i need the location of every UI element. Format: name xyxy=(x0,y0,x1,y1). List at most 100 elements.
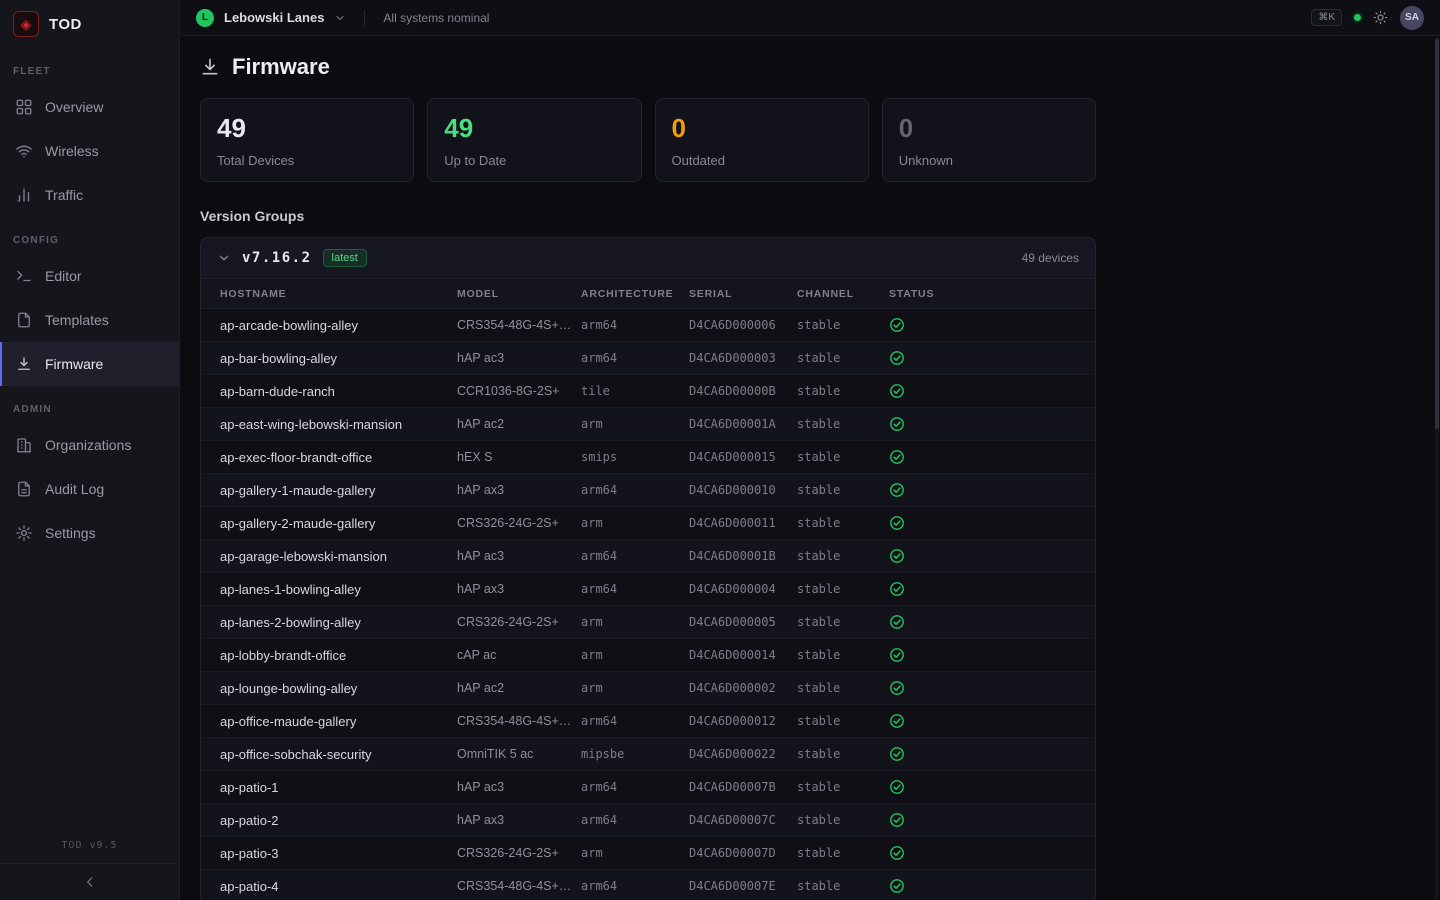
cell-model: hAP ac2 xyxy=(457,408,581,441)
sidebar-item-overview[interactable]: Overview xyxy=(0,85,179,129)
device-row[interactable]: ap-office-sobchak-securityOmniTIK 5 acmi… xyxy=(201,738,1095,771)
cell-serial: D4CA6D00000B xyxy=(689,375,797,408)
device-row[interactable]: ap-east-wing-lebowski-mansionhAP ac2armD… xyxy=(201,408,1095,441)
scrollbar[interactable] xyxy=(1435,37,1439,899)
column-header-model: MODEL xyxy=(457,279,581,309)
stat-label: Unknown xyxy=(899,153,1079,168)
cell-model: hEX S xyxy=(457,441,581,474)
status-ok-icon xyxy=(889,680,905,696)
device-row[interactable]: ap-lanes-2-bowling-alleyCRS326-24G-2S+ar… xyxy=(201,606,1095,639)
app-logo-icon: ◈ xyxy=(13,11,39,37)
status-ok-icon xyxy=(889,350,905,366)
cell-model: OmniTIK 5 ac xyxy=(457,738,581,771)
sidebar-item-label: Settings xyxy=(45,525,96,541)
device-row[interactable]: ap-office-maude-galleryCRS354-48G-4S+…ar… xyxy=(201,705,1095,738)
sidebar-item-settings[interactable]: Settings xyxy=(0,511,179,555)
cell-hostname: ap-office-sobchak-security xyxy=(201,738,457,771)
sidebar-item-organizations[interactable]: Organizations xyxy=(0,423,179,467)
cell-hostname: ap-barn-dude-ranch xyxy=(201,375,457,408)
cell-serial: D4CA6D000006 xyxy=(689,309,797,342)
firmware-version: v7.16.2 xyxy=(242,250,312,266)
sidebar-item-traffic[interactable]: Traffic xyxy=(0,173,179,217)
cell-model: CCR1036-8G-2S+ xyxy=(457,375,581,408)
cell-model: hAP ax3 xyxy=(457,573,581,606)
device-row[interactable]: ap-patio-2hAP ax3arm64D4CA6D00007Cstable xyxy=(201,804,1095,837)
cell-hostname: ap-patio-3 xyxy=(201,837,457,870)
cell-serial: D4CA6D000004 xyxy=(689,573,797,606)
cell-architecture: tile xyxy=(581,375,689,408)
cell-architecture: arm xyxy=(581,507,689,540)
command-palette-shortcut[interactable]: ⌘K xyxy=(1311,9,1342,26)
column-header-serial: SERIAL xyxy=(689,279,797,309)
cell-hostname: ap-office-maude-gallery xyxy=(201,705,457,738)
app-version: TOD v9.5 xyxy=(0,840,179,863)
scrollbar-thumb[interactable] xyxy=(1435,39,1439,429)
sidebar-item-templates[interactable]: Templates xyxy=(0,298,179,342)
cell-model: CRS354-48G-4S+… xyxy=(457,705,581,738)
cell-status xyxy=(889,870,1095,900)
cell-architecture: arm xyxy=(581,672,689,705)
device-row[interactable]: ap-exec-floor-brandt-officehEX SsmipsD4C… xyxy=(201,441,1095,474)
device-row[interactable]: ap-barn-dude-ranchCCR1036-8G-2S+tileD4CA… xyxy=(201,375,1095,408)
status-ok-icon xyxy=(889,614,905,630)
terminal-icon xyxy=(15,267,33,285)
cell-hostname: ap-lobby-brandt-office xyxy=(201,639,457,672)
cell-status xyxy=(889,639,1095,672)
sidebar-section-config: CONFIG xyxy=(0,217,179,254)
cell-serial: D4CA6D000015 xyxy=(689,441,797,474)
cell-channel: stable xyxy=(797,837,889,870)
cell-channel: stable xyxy=(797,309,889,342)
cell-architecture: arm xyxy=(581,837,689,870)
org-selector[interactable]: Lebowski Lanes xyxy=(224,10,324,25)
device-row[interactable]: ap-patio-3CRS326-24G-2S+armD4CA6D00007Ds… xyxy=(201,837,1095,870)
version-group-header[interactable]: v7.16.2 latest 49 devices xyxy=(201,238,1095,278)
device-row[interactable]: ap-arcade-bowling-alleyCRS354-48G-4S+…ar… xyxy=(201,309,1095,342)
device-row[interactable]: ap-lobby-brandt-officecAP acarmD4CA6D000… xyxy=(201,639,1095,672)
cell-status xyxy=(889,771,1095,804)
sidebar-item-wireless[interactable]: Wireless xyxy=(0,129,179,173)
column-header-status: STATUS xyxy=(889,279,1095,309)
expand-chevron-icon[interactable] xyxy=(217,251,231,265)
sidebar-item-editor[interactable]: Editor xyxy=(0,254,179,298)
cell-architecture: mipsbe xyxy=(581,738,689,771)
bar-chart-icon xyxy=(15,186,33,204)
cell-architecture: arm64 xyxy=(581,705,689,738)
device-row[interactable]: ap-lounge-bowling-alleyhAP ac2armD4CA6D0… xyxy=(201,672,1095,705)
health-status-dot xyxy=(1354,14,1361,21)
stat-value: 49 xyxy=(444,115,624,141)
page-title: Firmware xyxy=(232,54,330,80)
cell-serial: D4CA6D00007E xyxy=(689,870,797,900)
user-avatar[interactable]: SA xyxy=(1400,6,1424,30)
device-row[interactable]: ap-bar-bowling-alleyhAP ac3arm64D4CA6D00… xyxy=(201,342,1095,375)
page-content: Firmware 49 Total Devices 49 Up to Date … xyxy=(180,36,1440,900)
status-ok-icon xyxy=(889,713,905,729)
cell-model: hAP ac3 xyxy=(457,540,581,573)
stat-card-up-to-date: 49 Up to Date xyxy=(427,98,641,182)
stat-value: 0 xyxy=(899,115,1079,141)
stat-label: Total Devices xyxy=(217,153,397,168)
cell-channel: stable xyxy=(797,639,889,672)
device-row[interactable]: ap-gallery-1-maude-galleryhAP ax3arm64D4… xyxy=(201,474,1095,507)
sidebar-item-label: Templates xyxy=(45,312,109,328)
device-row[interactable]: ap-patio-1hAP ac3arm64D4CA6D00007Bstable xyxy=(201,771,1095,804)
stats-row: 49 Total Devices 49 Up to Date 0 Outdate… xyxy=(200,98,1096,182)
sidebar-item-firmware[interactable]: Firmware xyxy=(0,342,179,386)
status-ok-icon xyxy=(889,548,905,564)
device-row[interactable]: ap-gallery-2-maude-galleryCRS326-24G-2S+… xyxy=(201,507,1095,540)
cell-status xyxy=(889,804,1095,837)
cell-hostname: ap-arcade-bowling-alley xyxy=(201,309,457,342)
device-row[interactable]: ap-lanes-1-bowling-alleyhAP ax3arm64D4CA… xyxy=(201,573,1095,606)
status-ok-icon xyxy=(889,845,905,861)
cell-serial: D4CA6D00001B xyxy=(689,540,797,573)
cell-hostname: ap-patio-4 xyxy=(201,870,457,900)
device-count: 49 devices xyxy=(1022,251,1079,265)
device-row[interactable]: ap-patio-4CRS354-48G-4S+…arm64D4CA6D0000… xyxy=(201,870,1095,900)
theme-toggle-sun-icon[interactable] xyxy=(1373,10,1388,25)
device-table: HOSTNAME MODEL ARCHITECTURE SERIAL CHANN… xyxy=(201,278,1095,900)
sidebar-item-audit-log[interactable]: Audit Log xyxy=(0,467,179,511)
device-row[interactable]: ap-garage-lebowski-mansionhAP ac3arm64D4… xyxy=(201,540,1095,573)
cell-model: CRS354-48G-4S+… xyxy=(457,309,581,342)
sidebar-collapse-button[interactable] xyxy=(0,863,179,900)
cell-serial: D4CA6D000002 xyxy=(689,672,797,705)
chevron-down-icon[interactable] xyxy=(334,12,346,24)
